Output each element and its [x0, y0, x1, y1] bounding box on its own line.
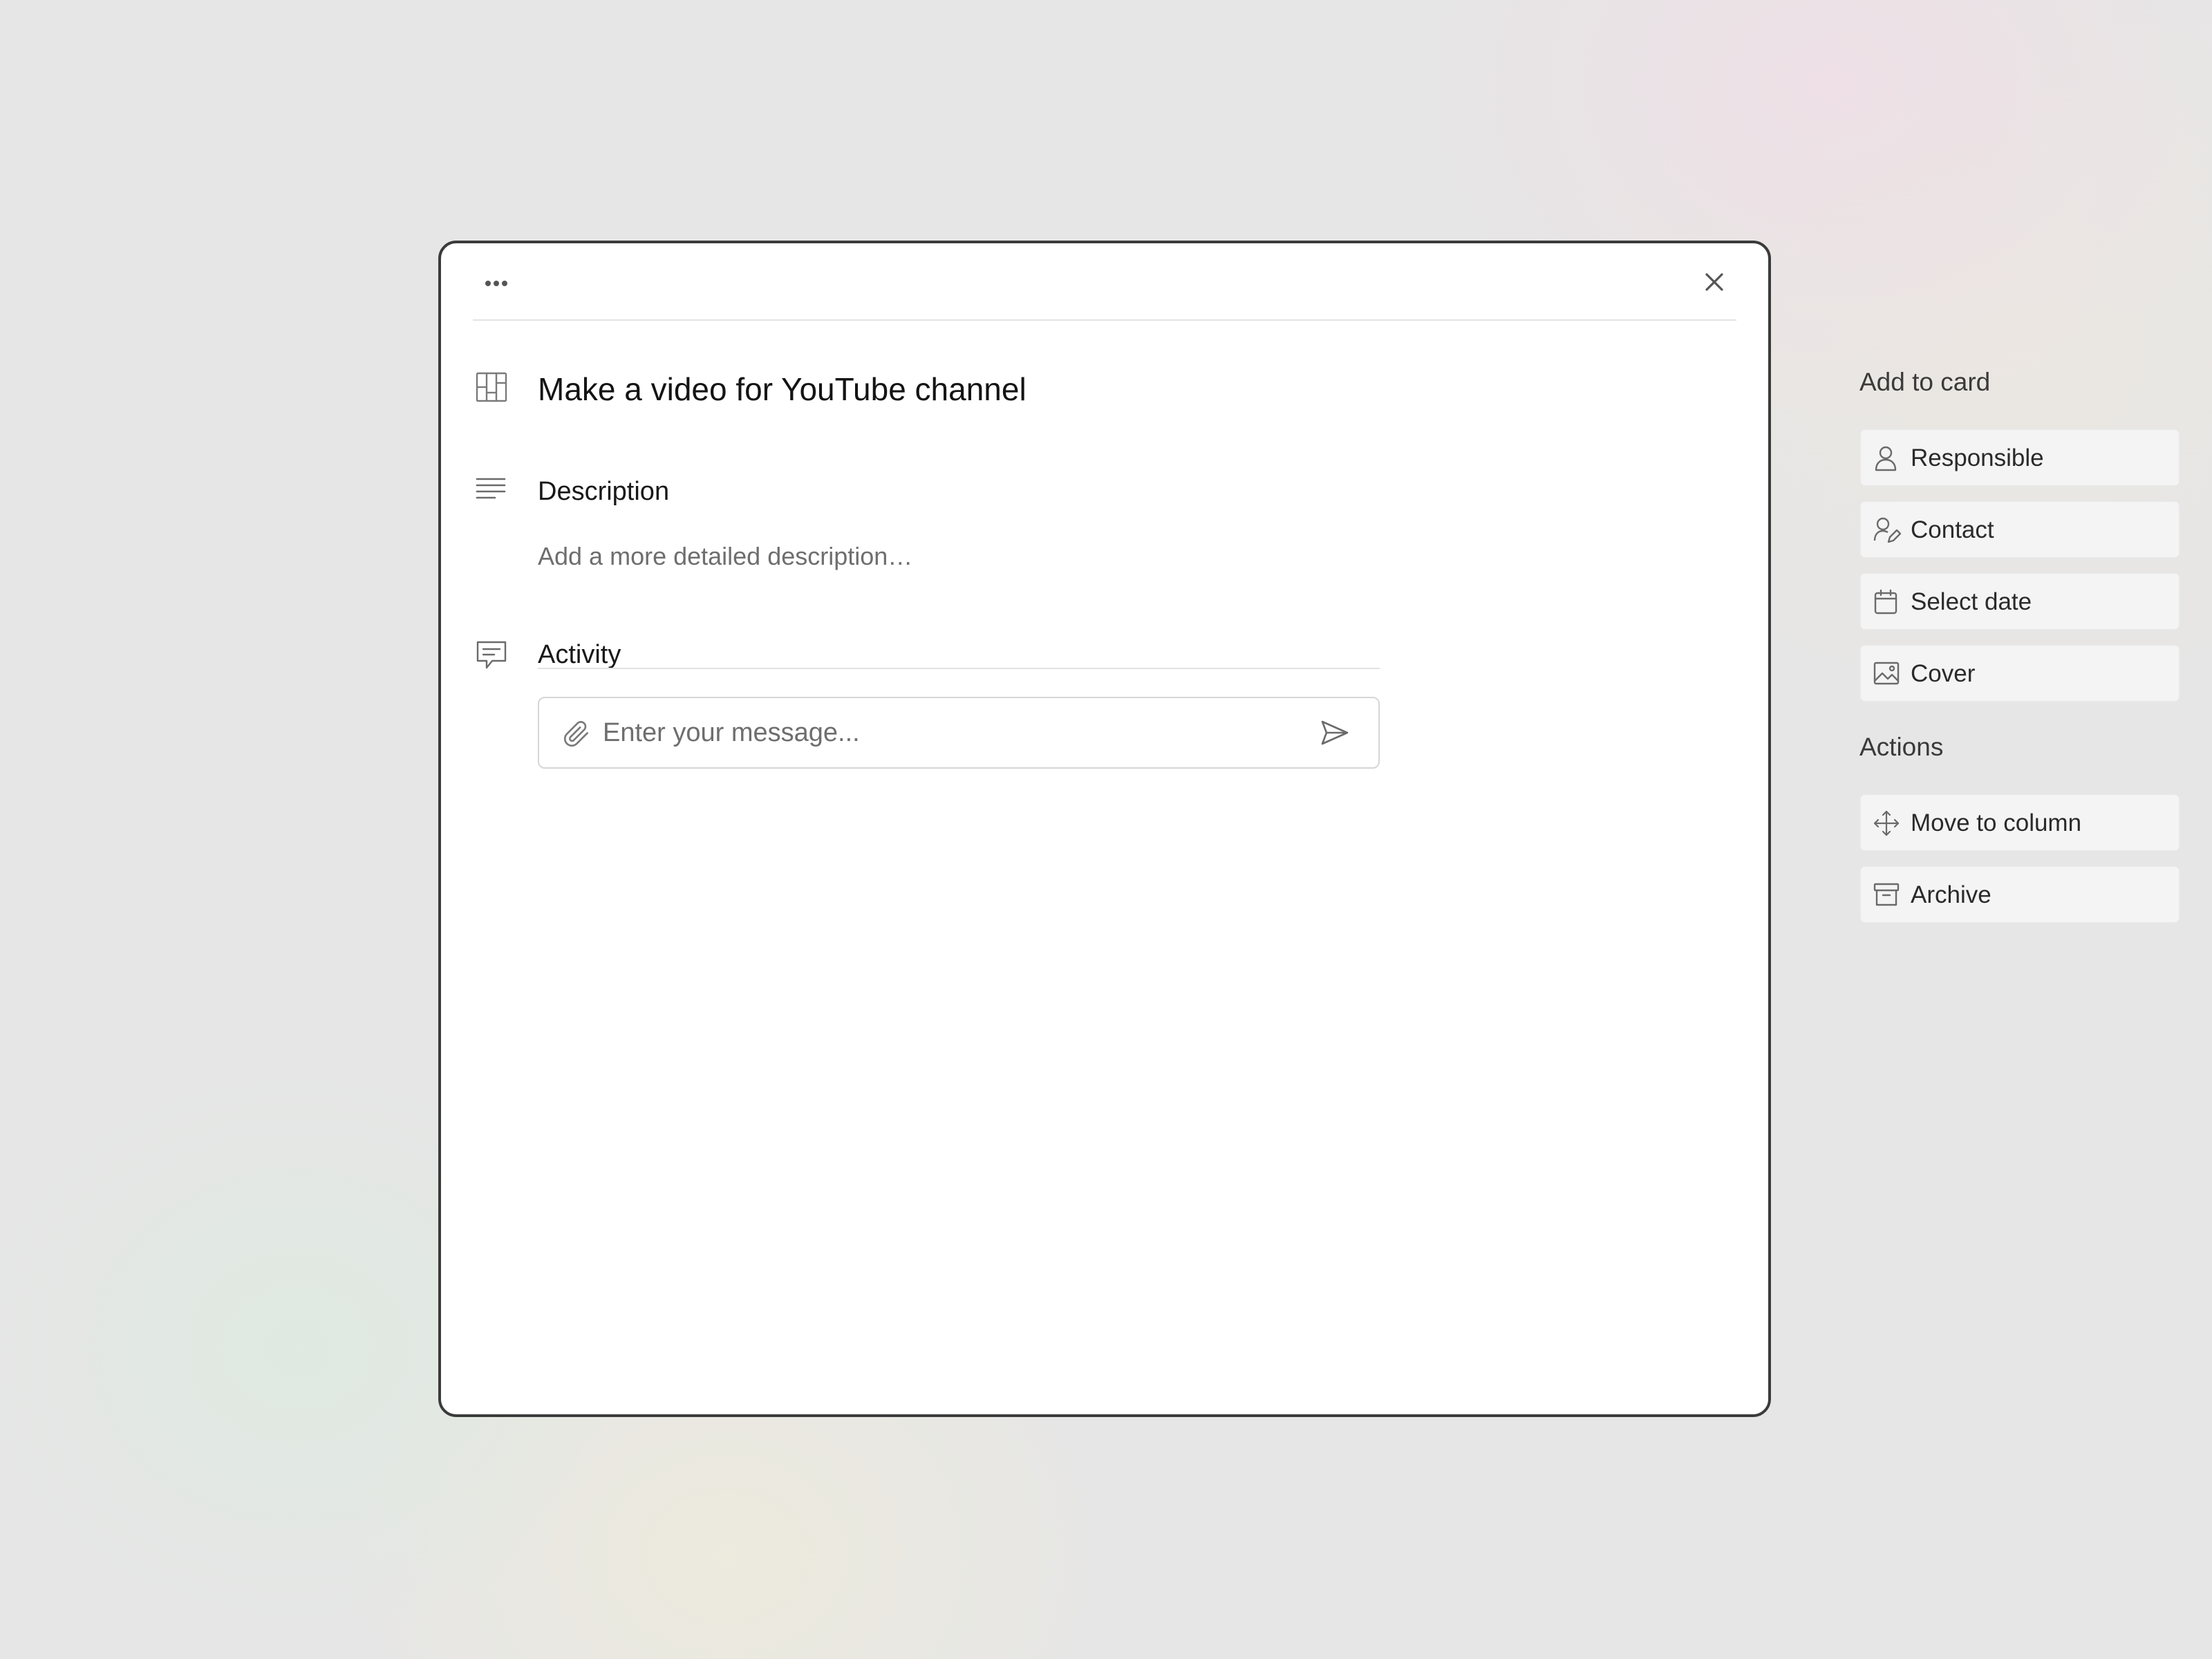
comment-icon — [476, 640, 507, 671]
text-lines-icon — [476, 477, 506, 502]
select-date-button[interactable]: Select date — [1859, 572, 2180, 630]
user-edit-icon — [1873, 517, 1901, 543]
description-placeholder[interactable]: Add a more detailed description… — [538, 542, 912, 571]
responsible-label: Responsible — [1911, 444, 2044, 471]
modal-header — [473, 243, 1736, 321]
message-composer — [538, 697, 1380, 769]
message-input[interactable] — [603, 698, 1266, 767]
cover-label: Cover — [1911, 660, 1976, 687]
close-icon[interactable] — [1696, 264, 1732, 300]
card-title-row: Make a video for YouTube channel — [473, 361, 1378, 416]
user-icon — [1873, 445, 1898, 471]
activity-heading: Activity — [538, 640, 621, 669]
description-heading: Description — [538, 477, 670, 506]
archive-button[interactable]: Archive — [1859, 865, 2180, 924]
archive-label: Archive — [1911, 881, 1991, 908]
archive-box-icon — [1873, 882, 1900, 907]
move-to-column-label: Move to column — [1911, 809, 2082, 836]
card-detail-modal: Make a video for YouTube channel Descrip… — [438, 241, 2180, 1417]
card-title[interactable]: Make a video for YouTube channel — [538, 371, 1027, 408]
more-dots-icon[interactable] — [480, 267, 513, 300]
move-arrows-icon — [1873, 810, 1900, 836]
contact-label: Contact — [1911, 516, 1994, 543]
select-date-label: Select date — [1911, 588, 2032, 615]
responsible-button[interactable]: Responsible — [1859, 429, 2180, 487]
actions-heading: Actions — [1859, 733, 1944, 761]
paperclip-icon[interactable] — [563, 720, 590, 748]
board-layout-icon — [476, 372, 507, 402]
image-icon — [1873, 661, 1900, 686]
calendar-icon — [1873, 589, 1898, 615]
send-icon[interactable] — [1320, 719, 1349, 747]
activity-divider — [538, 668, 1380, 669]
add-to-card-heading: Add to card — [1859, 368, 1991, 396]
cover-button[interactable]: Cover — [1859, 644, 2180, 702]
activity-section-header: Activity — [473, 635, 1378, 676]
description-section-header: Description — [473, 471, 1378, 513]
move-to-column-button[interactable]: Move to column — [1859, 794, 2180, 852]
contact-button[interactable]: Contact — [1859, 500, 2180, 559]
